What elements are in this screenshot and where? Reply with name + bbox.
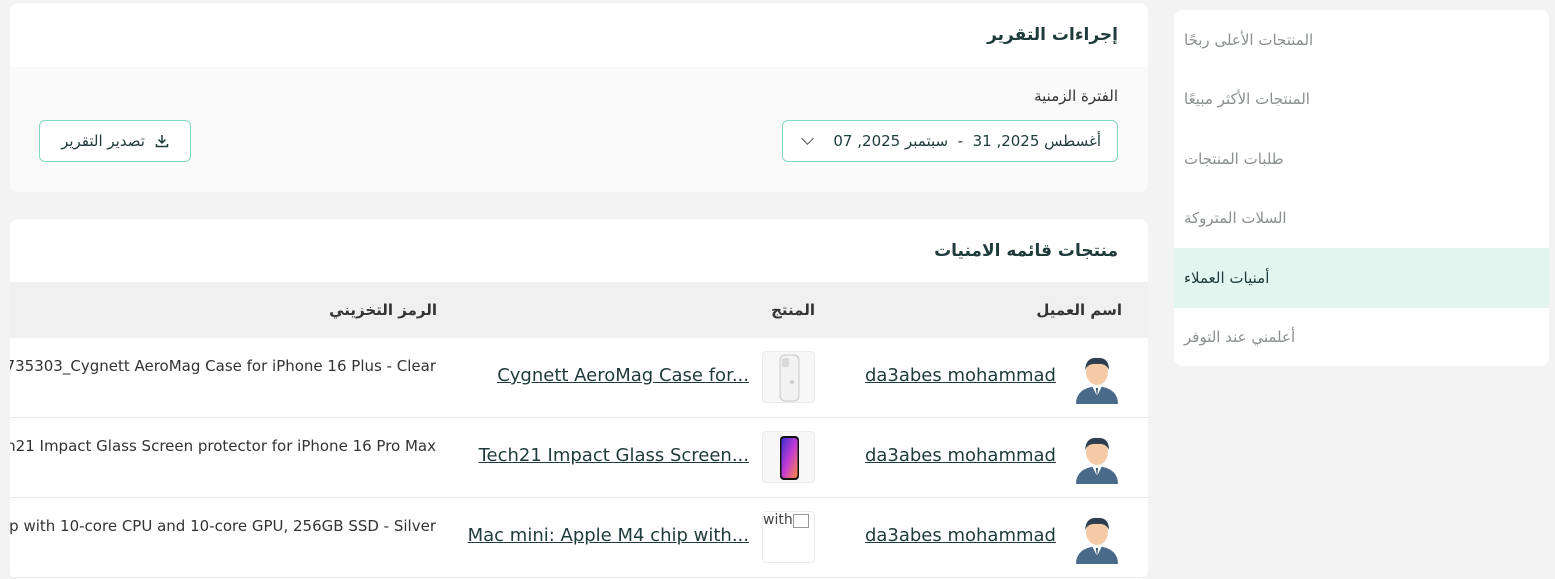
date-range-value: أغسطس 2025, 31 - سبتمبر 2025, 07 [833, 132, 1101, 150]
download-icon [155, 135, 169, 148]
avatar [1076, 357, 1118, 404]
product-name-link[interactable]: Cygnett AeroMag Case for... [497, 365, 749, 386]
product-name-link[interactable]: Tech21 Impact Glass Screen... [479, 445, 749, 466]
report-actions-title: إجراءات التقرير [987, 25, 1118, 45]
sidebar-item-top-profit[interactable]: المنتجات الأعلى ربحًا [1174, 10, 1549, 70]
avatar [1076, 437, 1118, 484]
table-row: da3abes mohammad with Mac mini: Apple M4… [10, 498, 1148, 578]
table-header: اسم العميل المنتج الرمز التخزيني [10, 282, 1148, 338]
wishlist-title: منتجات قائمه الامنيات [934, 240, 1118, 261]
avatar [1076, 517, 1118, 564]
product-thumbnail[interactable] [762, 431, 815, 483]
report-actions-card: إجراءات التقرير الفترة الزمنية أغسطس 202… [10, 3, 1148, 192]
chevron-down-icon [801, 132, 814, 145]
report-sidebar: المنتجات الأعلى ربحًا المنتجات الأكثر مب… [1174, 10, 1549, 366]
customer-name-link[interactable]: da3abes mohammad [865, 525, 1056, 546]
export-report-label: تصدير التقرير [61, 132, 145, 150]
wishlist-products-card: منتجات قائمه الامنيات اسم العميل المنتج … [10, 219, 1148, 579]
sidebar-item-customer-wishlists[interactable]: أمنيات العملاء [1174, 248, 1549, 308]
sku-text: n21 Impact Glass Screen protector for iP… [10, 437, 436, 455]
customer-name-link[interactable]: da3abes mohammad [865, 445, 1056, 466]
report-actions-body: الفترة الزمنية أغسطس 2025, 31 - سبتمبر 2… [10, 67, 1148, 192]
broken-image-icon [793, 514, 809, 528]
sidebar-item-abandoned-carts[interactable]: السلات المتروكة [1174, 189, 1549, 249]
date-range-select[interactable]: أغسطس 2025, 31 - سبتمبر 2025, 07 [782, 120, 1118, 162]
sidebar-item-product-orders[interactable]: طلبات المنتجات [1174, 129, 1549, 189]
sidebar-item-notify-availability[interactable]: أعلمني عند التوفر [1174, 308, 1549, 367]
product-thumbnail[interactable]: with [762, 511, 815, 563]
export-report-button[interactable]: تصدير التقرير [39, 120, 191, 162]
phone-screen-image [780, 436, 799, 480]
sku-text: 735303_Cygnett AeroMag Case for iPhone 1… [10, 357, 436, 375]
sidebar-item-best-selling[interactable]: المنتجات الأكثر مبيعًا [1174, 70, 1549, 130]
product-thumbnail[interactable] [762, 351, 815, 403]
table-row: da3abes mohammad Tech21 Impact Glass Scr… [10, 418, 1148, 498]
customer-name-link[interactable]: da3abes mohammad [865, 365, 1056, 386]
broken-image-alt-text: with [763, 512, 793, 528]
table-row: da3abes mohammad Cygnett AeroMag Case fo… [10, 338, 1148, 418]
column-header-sku: الرمز التخزيني [329, 301, 437, 319]
column-header-product: المنتج [771, 301, 815, 319]
period-label: الفترة الزمنية [1034, 87, 1118, 105]
product-name-link[interactable]: Mac mini: Apple M4 chip with... [468, 525, 749, 546]
column-header-customer: اسم العميل [1036, 301, 1122, 319]
sku-text: hip with 10-core CPU and 10-core GPU, 25… [10, 517, 436, 535]
clear-phone-case-image [779, 354, 800, 402]
